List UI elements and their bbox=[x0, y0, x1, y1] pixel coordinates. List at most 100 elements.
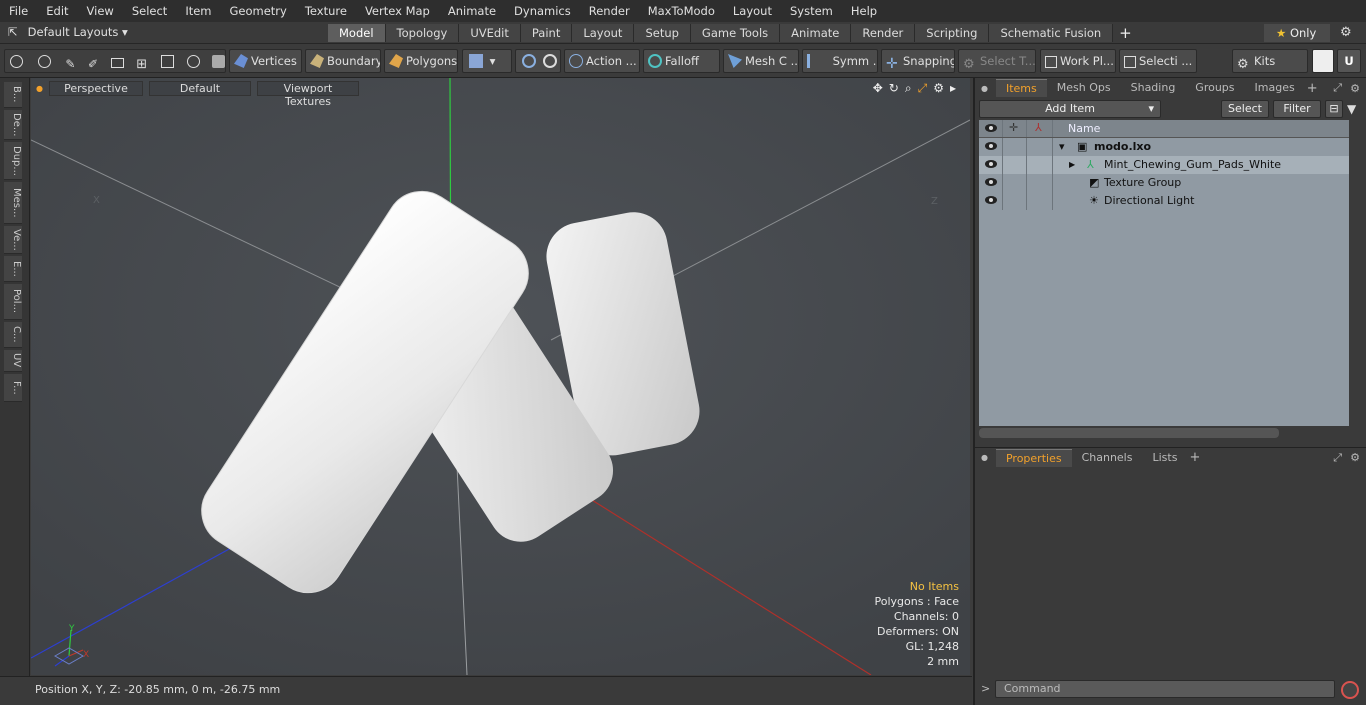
tab-paint[interactable]: Paint bbox=[520, 24, 573, 42]
work-plane-button[interactable]: Work Pl... bbox=[1040, 49, 1116, 73]
tab-topology[interactable]: Topology bbox=[385, 24, 460, 42]
eye-icon[interactable] bbox=[985, 160, 997, 168]
tab-layout[interactable]: Layout bbox=[572, 24, 635, 42]
action-button[interactable]: Action ... bbox=[564, 49, 640, 73]
menu-geometry[interactable]: Geometry bbox=[221, 4, 296, 18]
globe-icon[interactable] bbox=[37, 55, 51, 68]
type-column[interactable]: ⅄ bbox=[1027, 120, 1053, 137]
record-icon[interactable] bbox=[1341, 681, 1359, 699]
menu-animate[interactable]: Animate bbox=[439, 4, 505, 18]
list-item[interactable]: ☀ Directional Light bbox=[979, 192, 1349, 210]
rotate-icon[interactable] bbox=[186, 55, 200, 68]
pivot-icon[interactable] bbox=[522, 54, 536, 68]
selection-sets-button[interactable]: Selecti ... bbox=[1119, 49, 1197, 73]
tab-properties[interactable]: Properties bbox=[995, 448, 1072, 467]
tab-groups[interactable]: Groups bbox=[1185, 79, 1244, 97]
only-toggle[interactable]: ★ Only bbox=[1264, 24, 1330, 42]
menu-system[interactable]: System bbox=[781, 4, 842, 18]
maximize-icon[interactable]: ⤢ bbox=[918, 81, 928, 96]
list-item[interactable]: ◩ Texture Group bbox=[979, 174, 1349, 192]
viewport-dot-icon[interactable]: ● bbox=[36, 84, 43, 93]
menu-file[interactable]: File bbox=[0, 4, 37, 18]
add-tab-icon[interactable]: + bbox=[1307, 81, 1318, 96]
circle-select-icon[interactable] bbox=[10, 55, 23, 68]
tab-setup[interactable]: Setup bbox=[634, 24, 691, 42]
panel-gear-icon[interactable]: ⚙ bbox=[1350, 82, 1360, 95]
add-item-dropdown[interactable]: Add Item ▾ bbox=[979, 100, 1161, 118]
kits-button[interactable]: ⚙ Kits bbox=[1232, 49, 1308, 73]
vertices-button[interactable]: Vertices bbox=[229, 49, 302, 73]
symmetry-button[interactable]: Symm ... bbox=[802, 49, 878, 73]
tab-images[interactable]: Images bbox=[1245, 79, 1305, 97]
tab-schematic-fusion[interactable]: Schematic Fusion bbox=[989, 24, 1114, 42]
shading-button[interactable]: Default bbox=[148, 80, 251, 96]
viewport-textures-button[interactable]: Viewport Textures bbox=[256, 80, 359, 108]
menu-view[interactable]: View bbox=[78, 4, 123, 18]
layouts-dropdown[interactable]: ⇱ Default Layouts ▾ bbox=[8, 25, 128, 39]
list-item[interactable]: ▶ ⅄ Mint_Chewing_Gum_Pads_White bbox=[979, 156, 1349, 174]
column-name-header[interactable]: Name bbox=[1068, 122, 1100, 135]
left-tab-deform[interactable]: De... bbox=[4, 110, 22, 140]
unreal-icon[interactable]: U bbox=[1337, 49, 1361, 73]
list-item[interactable]: ▾ ▣ modo.lxo bbox=[979, 138, 1349, 156]
falloff-button[interactable]: Falloff bbox=[643, 49, 720, 73]
snapping-button[interactable]: ✛ Snapping bbox=[881, 49, 955, 73]
expand-arrow-icon[interactable]: ▶ bbox=[1069, 160, 1075, 169]
filter-funnel-icon[interactable]: ▼ bbox=[1347, 102, 1356, 116]
panel-dot-icon[interactable]: ● bbox=[981, 84, 988, 93]
collapse-icon[interactable]: ⊟ bbox=[1325, 100, 1343, 118]
align-icon[interactable] bbox=[110, 58, 124, 68]
tab-items[interactable]: Items bbox=[995, 79, 1047, 97]
snap-grid-icon[interactable]: ⊞ bbox=[136, 54, 150, 72]
left-tab-basic[interactable]: B... bbox=[4, 82, 22, 108]
left-tab-uv[interactable]: UV bbox=[4, 350, 22, 372]
menu-layout[interactable]: Layout bbox=[724, 4, 781, 18]
pan-icon[interactable]: ✥ bbox=[873, 81, 883, 96]
add-tab-icon[interactable]: + bbox=[1189, 450, 1200, 465]
pen-icon[interactable]: ✎ bbox=[65, 53, 79, 71]
tab-mesh-ops[interactable]: Mesh Ops bbox=[1047, 79, 1121, 97]
tab-channels[interactable]: Channels bbox=[1072, 449, 1143, 467]
square-select-icon[interactable] bbox=[160, 55, 174, 68]
menu-render[interactable]: Render bbox=[580, 4, 639, 18]
unity-icon[interactable] bbox=[1312, 49, 1334, 73]
boundary-button[interactable]: Boundary bbox=[305, 49, 381, 73]
expand-panel-icon[interactable]: ⤢ bbox=[1333, 81, 1342, 95]
tab-animate[interactable]: Animate bbox=[780, 24, 852, 42]
menu-texture[interactable]: Texture bbox=[296, 4, 356, 18]
left-tab-polygon[interactable]: Pol... bbox=[4, 284, 22, 320]
tab-model[interactable]: Model bbox=[328, 24, 386, 42]
left-tab-vertex[interactable]: Ve... bbox=[4, 226, 22, 254]
left-tab-duplicate[interactable]: Dup... bbox=[4, 142, 22, 180]
tab-game-tools[interactable]: Game Tools bbox=[690, 24, 781, 42]
collapse-arrow-icon[interactable]: ▾ bbox=[1059, 140, 1065, 153]
expand-panel-icon[interactable]: ⤢ bbox=[1333, 451, 1342, 465]
3d-viewport[interactable]: X Z Y X ● Perspective Default Viewport T… bbox=[31, 78, 970, 675]
menu-help[interactable]: Help bbox=[842, 4, 886, 18]
eye-icon[interactable] bbox=[985, 178, 997, 186]
left-tab-fusion[interactable]: F... bbox=[4, 374, 22, 402]
viewport-arrow-icon[interactable]: ▸ bbox=[950, 81, 956, 96]
rotate-view-icon[interactable]: ↻ bbox=[889, 81, 899, 96]
menu-dynamics[interactable]: Dynamics bbox=[505, 4, 580, 18]
item-mode-dropdown[interactable]: ▾ bbox=[462, 49, 512, 73]
select-button[interactable]: Select bbox=[1221, 100, 1269, 118]
view-mode-button[interactable]: Perspective bbox=[48, 80, 143, 96]
command-input[interactable]: Command bbox=[995, 680, 1335, 698]
panel-dot-icon[interactable]: ● bbox=[981, 453, 988, 462]
viewport-scene[interactable]: X Z Y X bbox=[31, 78, 970, 675]
add-tab-icon[interactable]: + bbox=[1113, 24, 1138, 42]
viewport-gear-icon[interactable]: ⚙ bbox=[933, 81, 944, 96]
left-tab-mesh-edit[interactable]: Mes... bbox=[4, 182, 22, 224]
lock-column[interactable]: ✛ bbox=[1003, 120, 1027, 137]
eye-icon[interactable] bbox=[985, 142, 997, 150]
brush-icon[interactable]: ✐ bbox=[88, 53, 102, 71]
left-tab-edge[interactable]: E... bbox=[4, 256, 22, 282]
gear-icon[interactable]: ⚙ bbox=[1340, 25, 1352, 40]
menu-item[interactable]: Item bbox=[176, 4, 220, 18]
tab-render[interactable]: Render bbox=[851, 24, 916, 42]
polygons-button[interactable]: Polygons bbox=[384, 49, 458, 73]
tab-shading[interactable]: Shading bbox=[1121, 79, 1186, 97]
tab-lists[interactable]: Lists bbox=[1142, 449, 1187, 467]
eye-icon[interactable] bbox=[985, 196, 997, 204]
